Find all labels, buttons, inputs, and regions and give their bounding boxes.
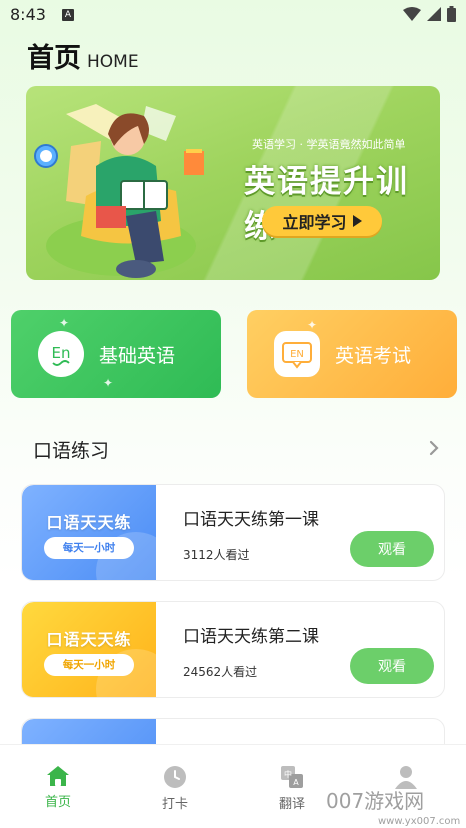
watch-button[interactable]: 观看 [350, 531, 434, 567]
exam-icon-text: EN [290, 349, 304, 360]
watch-button[interactable]: 观看 [350, 648, 434, 684]
en-icon-text: En [52, 344, 71, 362]
lesson-thumbnail: 口语天天练 每天一小时 [22, 602, 156, 697]
start-learning-button[interactable]: 立即学习 [262, 206, 382, 236]
sparkle-icon: ✦ [103, 376, 114, 390]
promo-banner[interactable]: 英语学习 · 学英语竟然如此简单 英语提升训练 立即学习 [26, 86, 440, 280]
home-icon [47, 766, 69, 786]
status-icons [403, 6, 456, 22]
clock-icon [164, 766, 186, 788]
lesson-title: 口语天天练第一课 [183, 510, 319, 530]
lesson-views: 24562人看过 [183, 665, 258, 679]
battery-icon [447, 6, 456, 22]
exam-icon: EN [273, 330, 321, 378]
wifi-icon [403, 7, 421, 21]
category-english-exam[interactable]: ✦ EN 英语考试 [247, 310, 457, 398]
status-time: 8:43 [10, 5, 46, 24]
lesson-title: 口语天天练第二课 [183, 627, 319, 647]
page-title-cn: 首页 [27, 43, 81, 74]
en-icon: En [37, 330, 85, 378]
translate-icon: 中A [281, 766, 303, 788]
lesson-views: 3112人看过 [183, 548, 250, 562]
signal-icon [427, 7, 441, 21]
svg-text:A: A [293, 778, 299, 787]
category-basic-english[interactable]: ✦ ✦ En 基础英语 [11, 310, 221, 398]
sparkle-icon: ✦ [59, 316, 70, 330]
lesson-thumbnail: 口语天天练 每天一小时 [22, 485, 156, 580]
watermark-text: 007游戏网 [326, 789, 424, 813]
lesson-card[interactable]: 口语天天练 每天一小时 口语天天练第一课 3112人看过 观看 [21, 484, 445, 581]
chevron-right-icon[interactable] [427, 438, 441, 458]
tab-home[interactable]: 首页 [28, 765, 88, 810]
thumbnail-title: 口语天天练 [46, 513, 132, 532]
notification-icon: A [62, 9, 74, 21]
banner-subtitle: 英语学习 · 学英语竟然如此简单 [252, 138, 406, 151]
sparkle-icon: ✦ [307, 318, 318, 332]
tab-label: 打卡 [161, 797, 188, 812]
page-title: 首页 HOME [27, 36, 139, 75]
tab-label: 首页 [44, 795, 71, 810]
play-arrow-icon [352, 215, 362, 227]
category-label: 基础英语 [99, 344, 176, 367]
lesson-card[interactable]: 口语天天练 每天一小时 口语天天练第二课 24562人看过 观看 [21, 601, 445, 698]
category-label: 英语考试 [335, 344, 412, 367]
page-title-en: HOME [87, 52, 139, 72]
thumbnail-tag: 每天一小时 [44, 537, 134, 559]
tab-translate[interactable]: 中A 翻译 [262, 765, 322, 812]
watermark-logo: 007游戏网 www.yx007.com [326, 789, 460, 827]
tab-checkin[interactable]: 打卡 [145, 765, 205, 812]
svg-text:中: 中 [284, 769, 292, 779]
status-bar: 8:43 A [0, 0, 466, 30]
thumbnail-title: 口语天天练 [46, 630, 132, 649]
watermark-url: www.yx007.com [378, 816, 460, 827]
section-title: 口语练习 [33, 440, 110, 462]
student-illustration [34, 104, 204, 278]
start-learning-label: 立即学习 [282, 215, 347, 232]
thumbnail-tag: 每天一小时 [44, 654, 134, 676]
tab-label: 翻译 [278, 797, 305, 812]
